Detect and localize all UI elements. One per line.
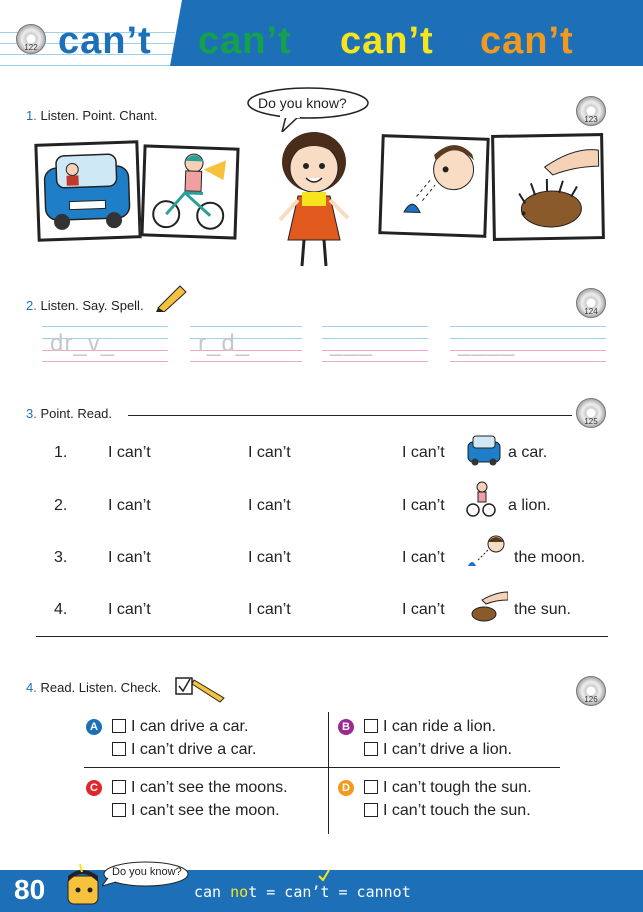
section3-title: 3. Point. Read. <box>26 406 113 421</box>
check-option[interactable]: I can ride a lion. <box>364 718 496 736</box>
spell-line-2[interactable]: r_d_ <box>190 326 302 362</box>
footer-formula: can not = can’t = cannot <box>194 883 411 901</box>
picture-boy-looking[interactable] <box>378 134 490 238</box>
cd-number: 122 <box>24 43 38 52</box>
checkbox[interactable] <box>364 803 378 817</box>
header-word-2: can’t <box>198 20 292 62</box>
pencil-icon <box>156 285 187 312</box>
check-option[interactable]: I can’t drive a lion. <box>364 741 512 759</box>
row-phrase: I can’t <box>248 497 291 514</box>
checkbox[interactable] <box>364 742 378 756</box>
spell-line-4[interactable]: ____ <box>450 326 606 362</box>
spell-line-1[interactable]: dr_v_ <box>42 326 168 362</box>
row-phrase: I can’t <box>108 601 151 618</box>
row-ending: a car. <box>508 444 548 461</box>
check-option[interactable]: I can’t see the moon. <box>112 802 280 820</box>
header-word-3: can’t <box>340 20 434 62</box>
section2-title: 2. Listen. Say. Spell. <box>26 298 144 313</box>
picture-bike[interactable] <box>140 144 240 240</box>
checkbox[interactable] <box>112 780 126 794</box>
row-number: 1. <box>54 444 68 461</box>
header-word-4: can’t <box>480 20 574 62</box>
section3-bottom-rule <box>36 636 608 637</box>
audio-cd-icon[interactable]: 126 <box>576 676 606 706</box>
row-ending: the moon. <box>514 549 586 566</box>
row-phrase: I can’t <box>108 549 151 566</box>
row-number: 2. <box>54 497 68 514</box>
row-phrase: I can’t <box>402 601 445 618</box>
bike-icon <box>152 153 227 230</box>
badge-d: D <box>338 780 354 796</box>
header-word-1: can’t <box>58 20 152 62</box>
check-option[interactable]: I can’t touch the sun. <box>364 802 531 820</box>
check-option[interactable]: I can drive a car. <box>112 718 248 736</box>
section1-title: 1. Listen. Point. Chant. <box>26 108 158 123</box>
section3-rule <box>128 415 572 416</box>
row-phrase: I can’t <box>108 444 151 461</box>
hedgehog-icon <box>471 591 508 622</box>
check-option[interactable]: I can’t see the moons. <box>112 779 288 797</box>
page-number: 80 <box>14 874 46 905</box>
car-icon <box>43 153 131 230</box>
row-phrase: I can’t <box>402 549 445 566</box>
row-phrase: I can’t <box>402 497 445 514</box>
picture-car[interactable] <box>34 140 142 242</box>
grid-vertical-divider <box>328 712 329 834</box>
speech-bubble-text: Do you know? <box>258 95 347 111</box>
picture-hedgehog[interactable] <box>491 133 605 241</box>
check-pencil-icon <box>175 677 225 703</box>
checkbox[interactable] <box>112 742 126 756</box>
row-phrase: I can’t <box>248 601 291 618</box>
row-ending: the sun. <box>514 601 571 618</box>
row-phrase: I can’t <box>248 549 291 566</box>
spell-line-3[interactable]: ___ <box>322 326 428 362</box>
car-icon <box>467 435 501 466</box>
audio-cd-icon[interactable]: 124 <box>576 288 606 318</box>
row-number: 4. <box>54 601 68 618</box>
checkbox[interactable] <box>364 780 378 794</box>
audio-cd-icon[interactable]: 123 <box>576 96 606 126</box>
bike-icon <box>466 481 496 517</box>
footer-bubble-text: Do you know? <box>112 866 182 878</box>
badge-b: B <box>338 719 354 735</box>
check-option[interactable]: I can’t tough the sun. <box>364 779 532 797</box>
section4-title: 4. Read. Listen. Check. <box>26 680 162 695</box>
row-phrase: I can’t <box>402 444 445 461</box>
checkbox[interactable] <box>112 803 126 817</box>
badge-c: C <box>86 780 102 796</box>
boy-looking-icon <box>403 145 475 214</box>
grid-horizontal-divider <box>84 767 560 768</box>
row-number: 3. <box>54 549 68 566</box>
check-option[interactable]: I can’t drive a car. <box>112 741 256 759</box>
checkbox[interactable] <box>364 719 378 733</box>
badge-a: A <box>86 719 102 735</box>
audio-cd-icon[interactable]: 122 <box>16 24 46 54</box>
hedgehog-icon <box>518 149 600 228</box>
checkbox[interactable] <box>112 719 126 733</box>
girl-illustration <box>278 132 350 267</box>
audio-cd-icon[interactable]: 125 <box>576 398 606 428</box>
check-mark-icon <box>318 869 330 882</box>
row-phrase: I can’t <box>108 497 151 514</box>
mascot-icon <box>67 863 99 905</box>
boy-looking-icon <box>468 535 505 566</box>
row-phrase: I can’t <box>248 444 291 461</box>
row-ending: a lion. <box>508 497 551 514</box>
